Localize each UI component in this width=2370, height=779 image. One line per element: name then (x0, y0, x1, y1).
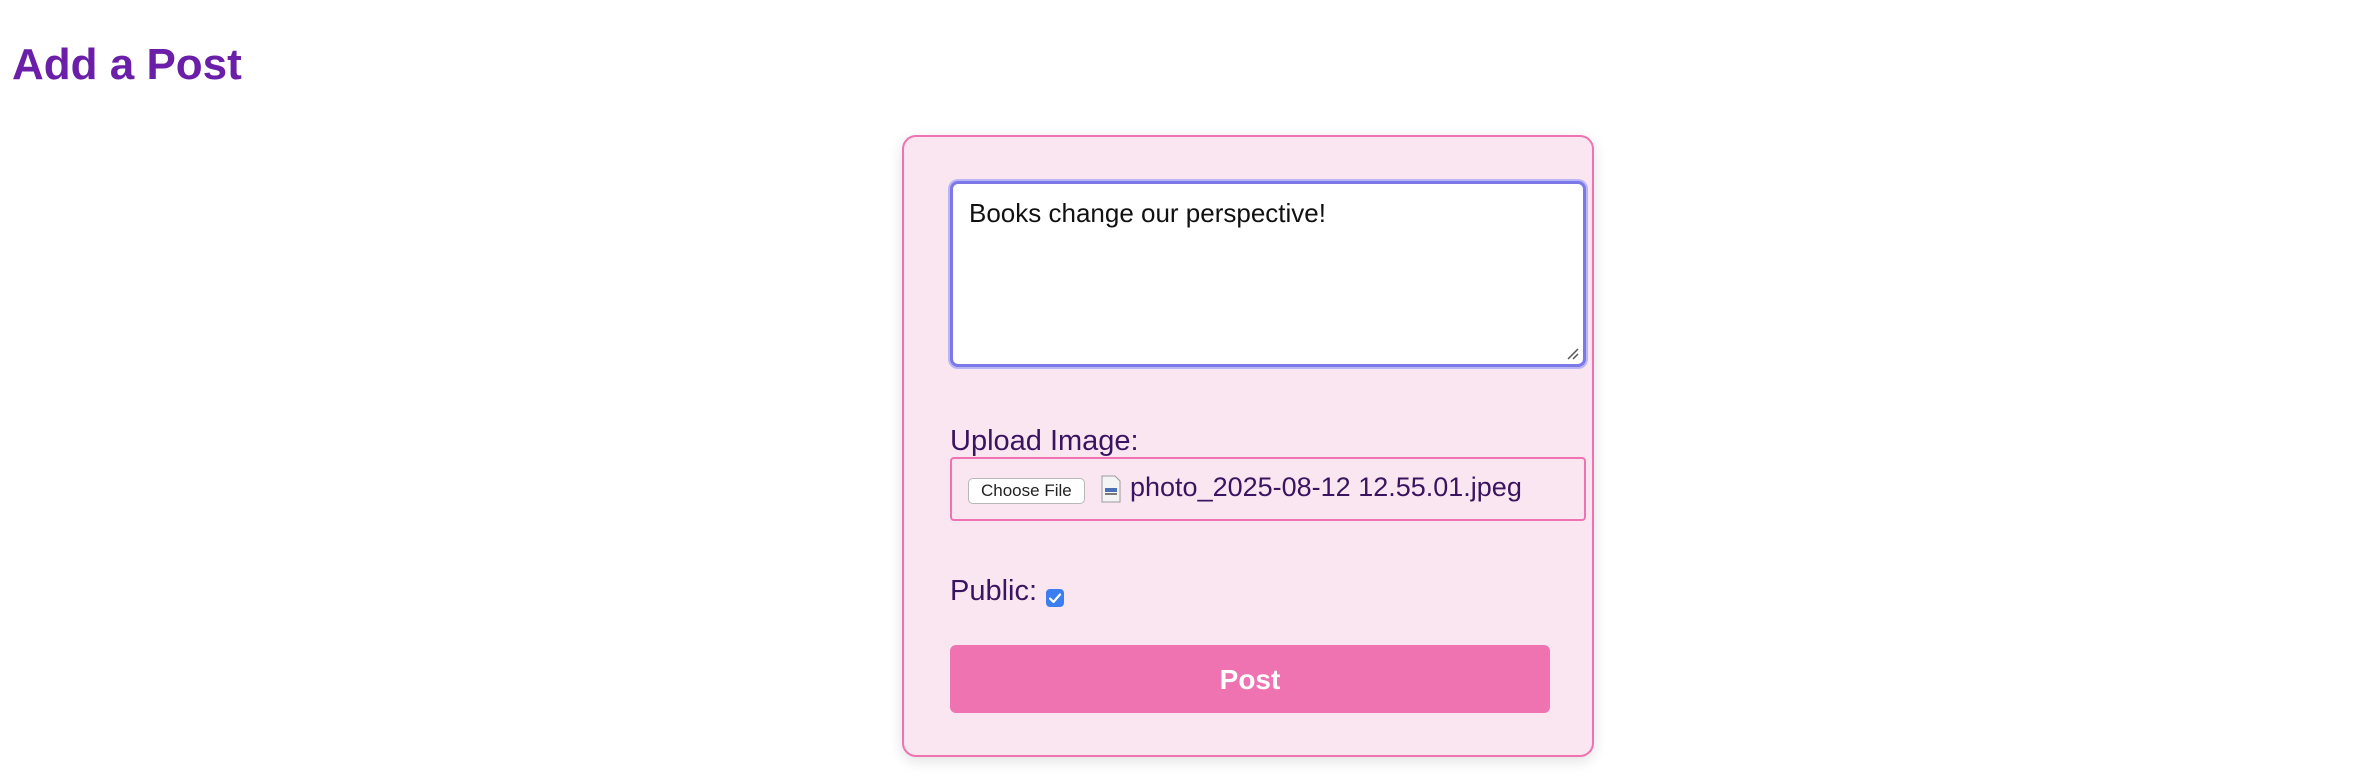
checkmark-icon (1048, 593, 1062, 604)
resize-handle-icon[interactable] (1565, 346, 1579, 360)
public-label: Public: (950, 575, 1038, 607)
upload-image-label: Upload Image: (950, 425, 1139, 457)
choose-file-button[interactable]: Choose File (968, 478, 1085, 504)
selected-file-name: photo_2025-08-12 12.55.01.jpeg (1130, 472, 1522, 502)
add-post-form: Books change our perspective! Upload Ima… (902, 135, 1594, 757)
post-text-value: Books change our perspective! (969, 198, 1326, 228)
post-text-area[interactable]: Books change our perspective! (950, 181, 1586, 367)
image-file-input[interactable]: Choose File photo_2025-08-12 12.55.01.jp… (950, 457, 1586, 521)
file-icon (1101, 475, 1121, 503)
page-title: Add a Post (12, 40, 242, 89)
public-checkbox[interactable] (1046, 589, 1064, 607)
post-submit-button[interactable]: Post (950, 645, 1550, 713)
